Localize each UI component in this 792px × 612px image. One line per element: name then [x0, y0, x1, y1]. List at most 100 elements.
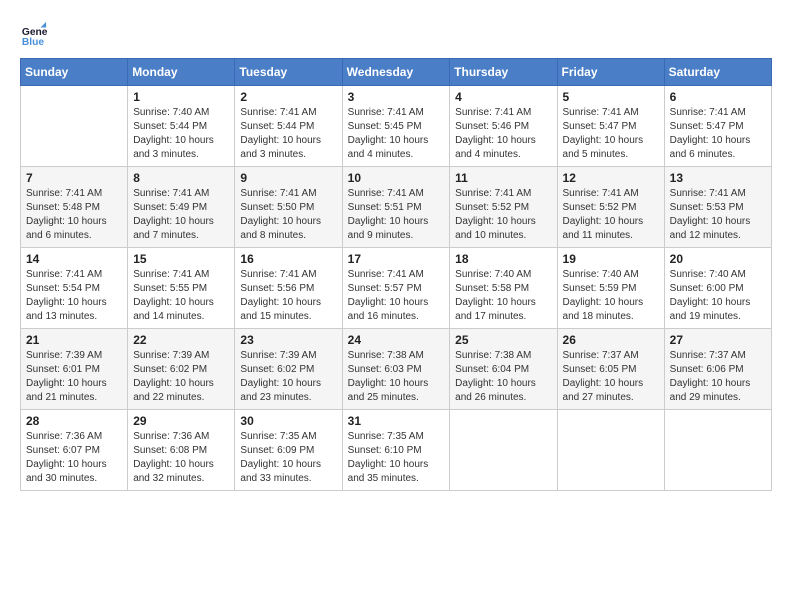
day-number: 8 — [133, 171, 229, 185]
weekday-header: Thursday — [450, 59, 557, 86]
day-info: Sunrise: 7:41 AM — [455, 106, 551, 120]
day-info: Daylight: 10 hours — [348, 296, 445, 310]
day-info: Sunset: 6:02 PM — [133, 363, 229, 377]
day-info: Daylight: 10 hours — [133, 215, 229, 229]
day-info: Sunrise: 7:35 AM — [348, 430, 445, 444]
day-info: Sunset: 5:52 PM — [455, 201, 551, 215]
day-number: 4 — [455, 90, 551, 104]
calendar-cell: 10Sunrise: 7:41 AMSunset: 5:51 PMDayligh… — [342, 167, 450, 248]
day-info: Sunset: 5:44 PM — [133, 120, 229, 134]
day-info: Sunset: 6:08 PM — [133, 444, 229, 458]
calendar-table: SundayMondayTuesdayWednesdayThursdayFrid… — [20, 58, 772, 491]
calendar-cell — [21, 86, 128, 167]
day-info: Sunrise: 7:40 AM — [133, 106, 229, 120]
day-info: Sunrise: 7:41 AM — [348, 268, 445, 282]
day-info: Sunset: 6:00 PM — [670, 282, 766, 296]
day-info: Sunrise: 7:41 AM — [26, 268, 122, 282]
calendar-cell: 8Sunrise: 7:41 AMSunset: 5:49 PMDaylight… — [128, 167, 235, 248]
calendar-cell: 3 Sunrise: 7:41 AMSunset: 5:45 PMDaylight… — [342, 86, 450, 167]
calendar-cell: 15Sunrise: 7:41 AMSunset: 5:55 PMDayligh… — [128, 248, 235, 329]
day-info: Daylight: 10 hours — [563, 215, 659, 229]
day-info: Daylight: 10 hours — [133, 296, 229, 310]
day-info: and 5 minutes. — [563, 148, 659, 162]
day-info: Sunset: 5:59 PM — [563, 282, 659, 296]
day-info: and 26 minutes. — [455, 391, 551, 405]
day-info: Sunset: 6:07 PM — [26, 444, 122, 458]
day-number: 22 — [133, 333, 229, 347]
day-number: 29 — [133, 414, 229, 428]
day-info: and 29 minutes. — [670, 391, 766, 405]
day-number: 3 — [348, 90, 445, 104]
day-info: Sunrise: 7:37 AM — [670, 349, 766, 363]
calendar-cell: 18Sunrise: 7:40 AMSunset: 5:58 PMDayligh… — [450, 248, 557, 329]
calendar-cell: 7Sunrise: 7:41 AMSunset: 5:48 PMDaylight… — [21, 167, 128, 248]
day-info: Sunset: 5:50 PM — [240, 201, 336, 215]
day-info: Daylight: 10 hours — [133, 458, 229, 472]
day-number: 9 — [240, 171, 336, 185]
day-number: 5 — [563, 90, 659, 104]
day-info: Daylight: 10 hours — [240, 134, 336, 148]
day-info: Sunset: 5:45 PM — [348, 120, 445, 134]
calendar-cell: 22Sunrise: 7:39 AMSunset: 6:02 PMDayligh… — [128, 329, 235, 410]
day-number: 6 — [670, 90, 766, 104]
day-info: and 8 minutes. — [240, 229, 336, 243]
day-info: and 6 minutes. — [26, 229, 122, 243]
day-info: Sunset: 6:03 PM — [348, 363, 445, 377]
calendar-cell: 1Sunrise: 7:40 AMSunset: 5:44 PMDaylight… — [128, 86, 235, 167]
page-header: General Blue — [20, 20, 772, 48]
day-info: Daylight: 10 hours — [455, 377, 551, 391]
day-info: and 12 minutes. — [670, 229, 766, 243]
day-info: Sunrise: 7:36 AM — [133, 430, 229, 444]
day-info: Sunrise: 7:41 AM — [26, 187, 122, 201]
day-info: Sunset: 5:58 PM — [455, 282, 551, 296]
day-info: Sunset: 5:55 PM — [133, 282, 229, 296]
day-number: 19 — [563, 252, 659, 266]
day-number: 15 — [133, 252, 229, 266]
day-info: Sunset: 5:53 PM — [670, 201, 766, 215]
day-info: and 11 minutes. — [563, 229, 659, 243]
calendar-cell: 2Sunrise: 7:41 AMSunset: 5:44 PMDaylight… — [235, 86, 342, 167]
day-info: Daylight: 10 hours — [26, 215, 122, 229]
day-info: Daylight: 10 hours — [455, 134, 551, 148]
day-info: and 9 minutes. — [348, 229, 445, 243]
day-number: 1 — [133, 90, 229, 104]
day-info: Sunrise: 7:41 AM — [240, 268, 336, 282]
day-info: Sunset: 5:47 PM — [670, 120, 766, 134]
logo: General Blue — [20, 20, 52, 48]
calendar-cell: 26Sunrise: 7:37 AMSunset: 6:05 PMDayligh… — [557, 329, 664, 410]
day-number: 17 — [348, 252, 445, 266]
day-info: Daylight: 10 hours — [563, 296, 659, 310]
calendar-cell: 17 Sunrise: 7:41 AMSunset: 5:57 PMDayligh… — [342, 248, 450, 329]
day-info: Daylight: 10 hours — [455, 215, 551, 229]
day-number: 16 — [240, 252, 336, 266]
calendar-cell — [557, 410, 664, 491]
day-info: Sunrise: 7:39 AM — [240, 349, 336, 363]
day-info: Sunrise: 7:39 AM — [133, 349, 229, 363]
day-info: Sunrise: 7:41 AM — [133, 187, 229, 201]
day-info: Daylight: 10 hours — [26, 296, 122, 310]
day-info: Daylight: 10 hours — [348, 134, 445, 148]
day-info: Sunset: 5:52 PM — [563, 201, 659, 215]
day-info: Sunset: 6:09 PM — [240, 444, 336, 458]
day-info: Daylight: 10 hours — [670, 215, 766, 229]
day-info: Sunset: 5:46 PM — [455, 120, 551, 134]
logo-icon: General Blue — [20, 20, 48, 48]
day-number: 24 — [348, 333, 445, 347]
day-info: Daylight: 10 hours — [240, 215, 336, 229]
calendar-cell — [664, 410, 771, 491]
day-number: 12 — [563, 171, 659, 185]
day-info: Sunrise: 7:41 AM — [348, 106, 445, 120]
day-info: and 17 minutes. — [455, 310, 551, 324]
day-info: Sunrise: 7:38 AM — [455, 349, 551, 363]
day-info: and 7 minutes. — [133, 229, 229, 243]
day-info: and 30 minutes. — [26, 472, 122, 486]
day-info: Sunrise: 7:41 AM — [563, 187, 659, 201]
weekday-header: Monday — [128, 59, 235, 86]
day-info: Sunset: 6:04 PM — [455, 363, 551, 377]
day-number: 14 — [26, 252, 122, 266]
day-info: Daylight: 10 hours — [670, 296, 766, 310]
day-info: Daylight: 10 hours — [240, 458, 336, 472]
day-info: and 3 minutes. — [240, 148, 336, 162]
day-info: Sunset: 5:57 PM — [348, 282, 445, 296]
day-info: and 13 minutes. — [26, 310, 122, 324]
